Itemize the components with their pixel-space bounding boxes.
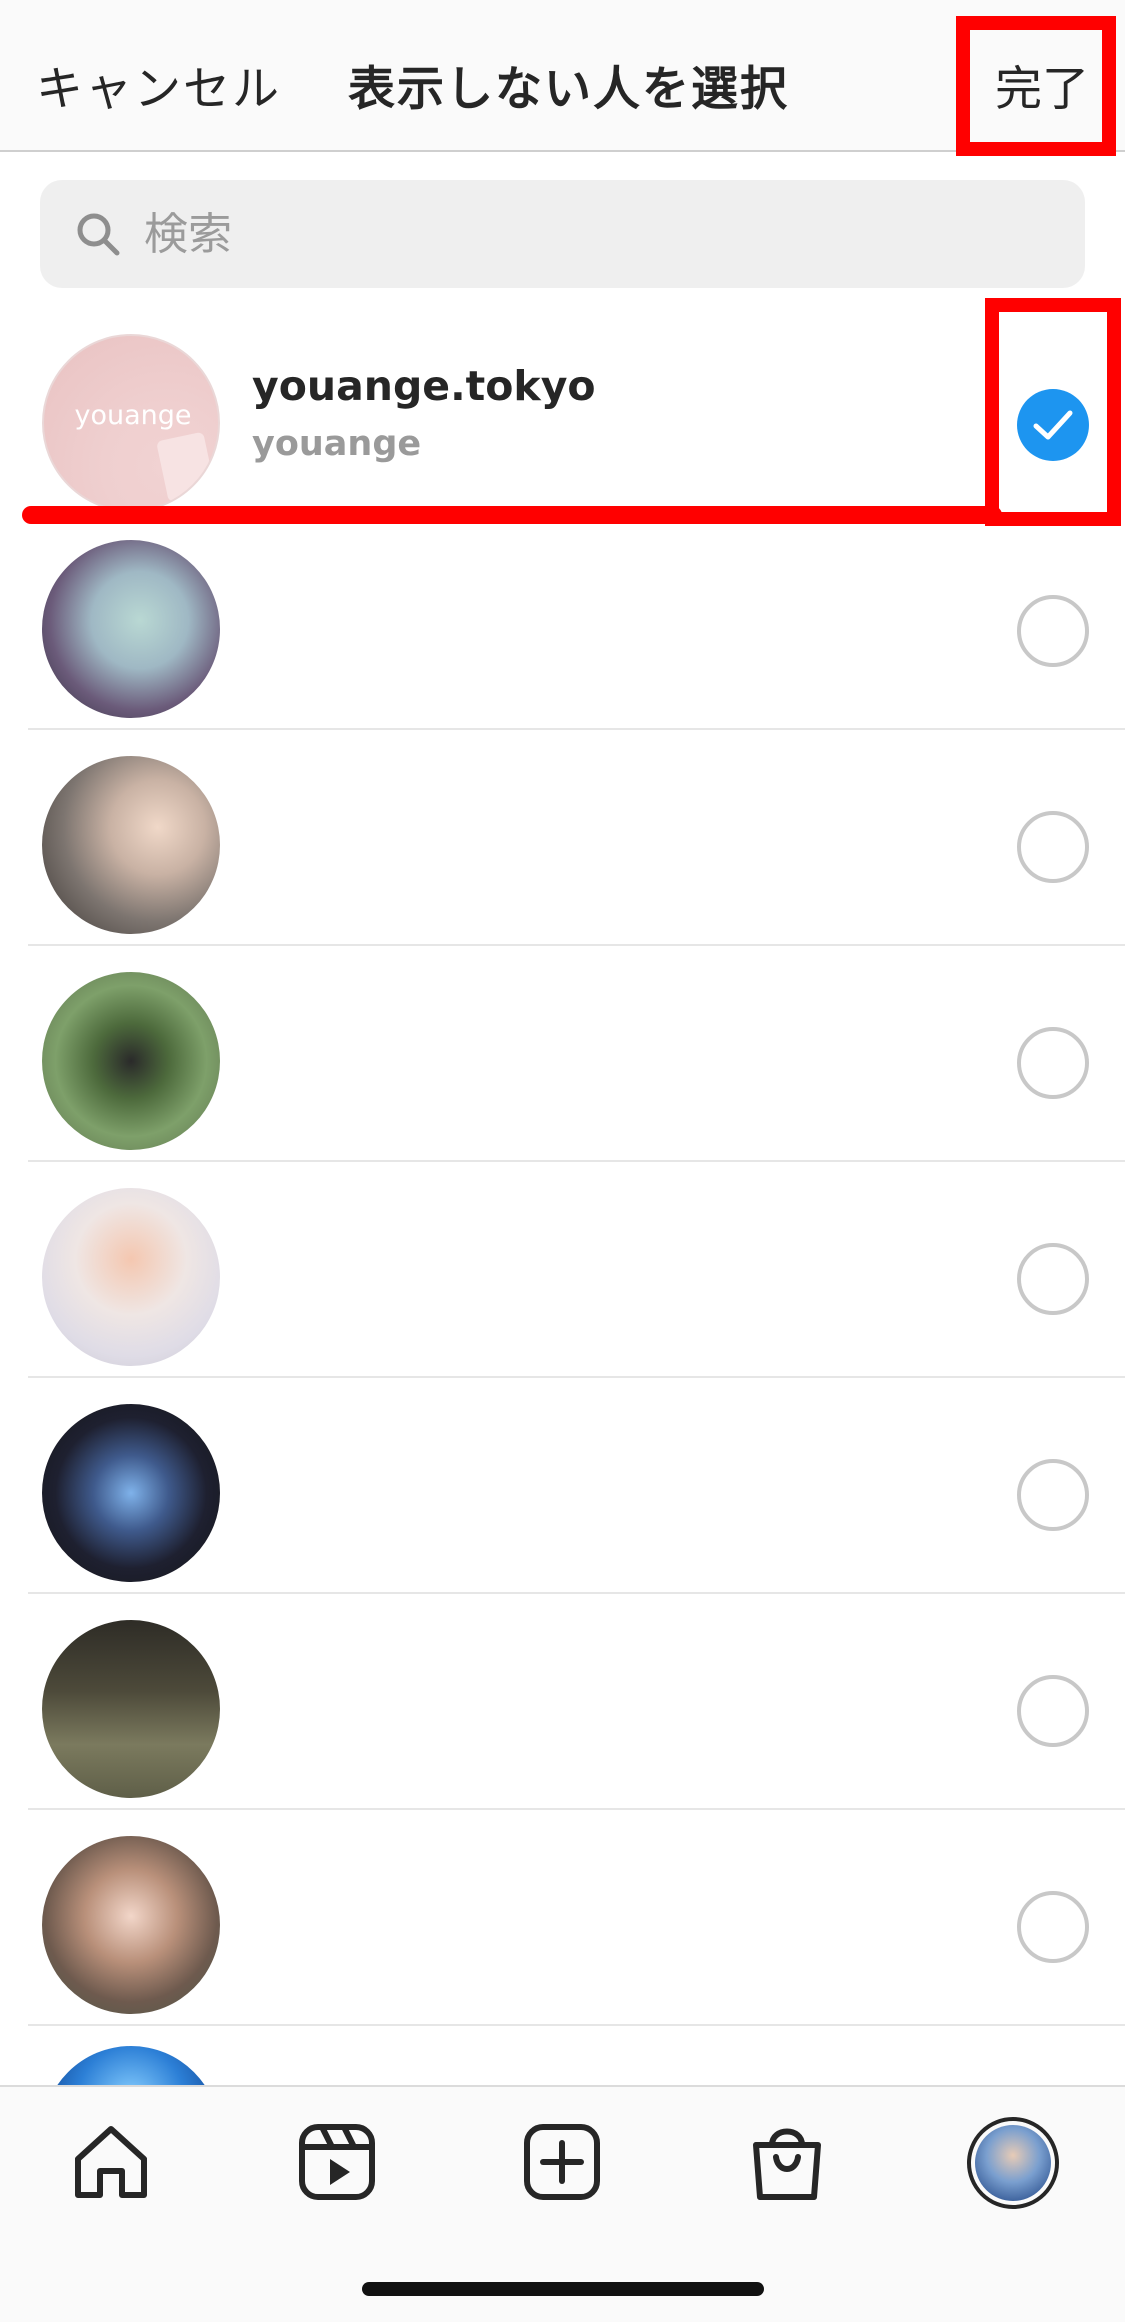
checkbox-highlight bbox=[985, 298, 1121, 526]
select-checkbox[interactable] bbox=[1017, 811, 1089, 883]
select-checkbox[interactable] bbox=[1017, 595, 1089, 667]
cancel-button[interactable]: キャンセル bbox=[36, 50, 281, 119]
shop-icon[interactable] bbox=[742, 2117, 832, 2207]
done-button-highlight bbox=[956, 16, 1116, 156]
select-checkbox[interactable] bbox=[1017, 1459, 1089, 1531]
account-row[interactable] bbox=[0, 514, 1125, 730]
account-row[interactable]: youange youange.tokyo youange bbox=[0, 308, 1125, 524]
search-bar[interactable] bbox=[40, 180, 1085, 288]
account-row[interactable] bbox=[0, 1162, 1125, 1378]
avatar bbox=[42, 1836, 220, 2014]
account-row[interactable] bbox=[0, 730, 1125, 946]
account-row[interactable] bbox=[0, 946, 1125, 1162]
account-row[interactable] bbox=[0, 1810, 1125, 2026]
search-input[interactable] bbox=[144, 202, 1044, 266]
avatar bbox=[42, 2046, 220, 2085]
avatar bbox=[42, 1188, 220, 1366]
search-icon bbox=[77, 213, 120, 256]
home-indicator bbox=[362, 2282, 764, 2296]
avatar-logo-text: youange bbox=[74, 400, 192, 431]
avatar bbox=[42, 972, 220, 1150]
home-icon[interactable] bbox=[66, 2117, 156, 2207]
account-row[interactable] bbox=[0, 1378, 1125, 1594]
full-name: youange bbox=[252, 424, 422, 464]
profile-avatar[interactable] bbox=[967, 2117, 1059, 2209]
new-post-icon[interactable] bbox=[517, 2117, 607, 2207]
page-title: 表示しない人を選択 bbox=[348, 62, 789, 117]
avatar bbox=[42, 540, 220, 718]
select-checkbox[interactable] bbox=[1017, 1243, 1089, 1315]
account-row[interactable] bbox=[0, 1594, 1125, 1810]
select-checkbox[interactable] bbox=[1017, 1675, 1089, 1747]
avatar bbox=[42, 756, 220, 934]
avatar bbox=[42, 1620, 220, 1798]
select-checkbox[interactable] bbox=[1017, 1891, 1089, 1963]
select-checkbox[interactable] bbox=[1017, 1027, 1089, 1099]
account-row-partial[interactable] bbox=[0, 2026, 1125, 2085]
avatar bbox=[42, 1404, 220, 1582]
avatar: youange bbox=[42, 334, 220, 512]
username: youange.tokyo bbox=[252, 362, 596, 410]
reels-icon[interactable] bbox=[292, 2117, 382, 2207]
